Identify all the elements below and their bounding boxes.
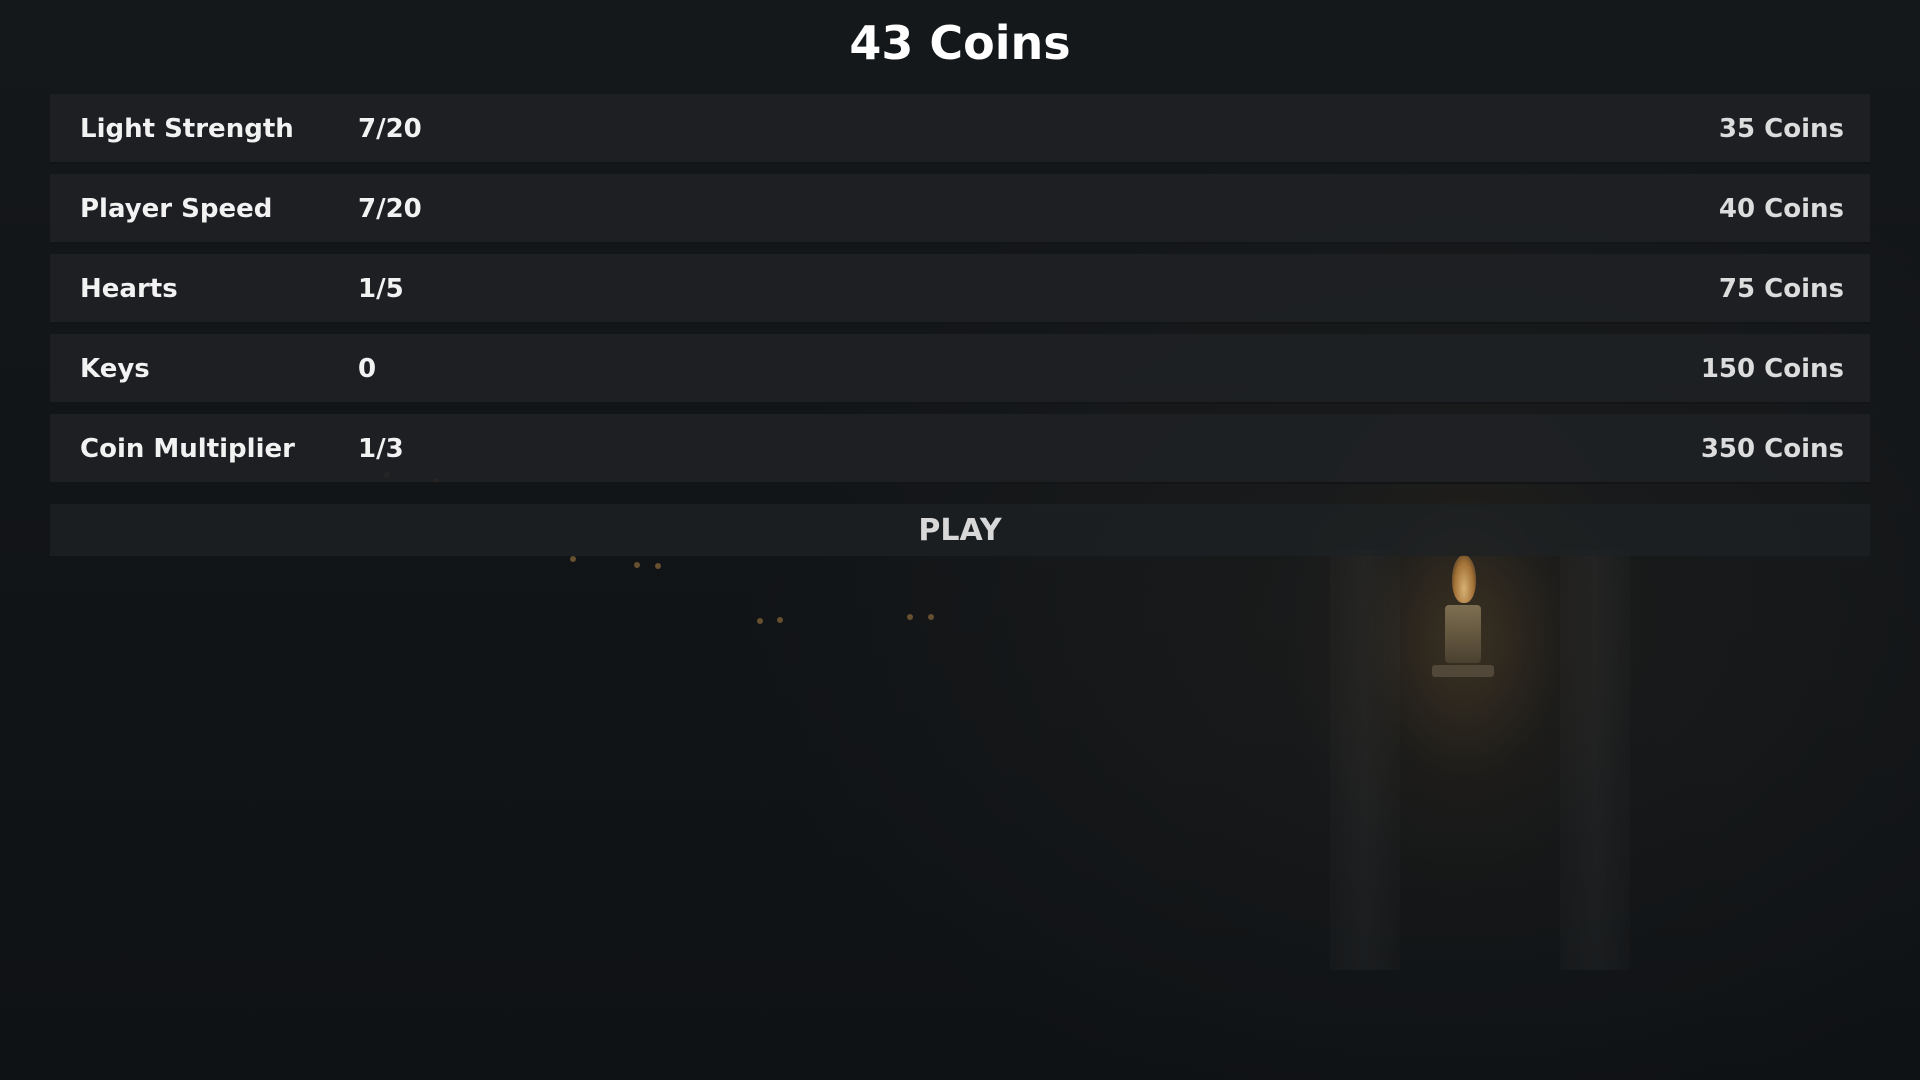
torch-icon (1445, 605, 1481, 663)
upgrade-level: 7/20 (358, 114, 422, 144)
ember-particle (777, 617, 783, 623)
upgrade-row-player-speed[interactable]: Player Speed 7/20 40 Coins (50, 174, 1870, 244)
upgrade-price: 40 Coins (1718, 194, 1844, 224)
upgrade-name: Hearts (80, 274, 178, 304)
wall-pillar (1560, 550, 1630, 970)
upgrade-level: 0 (358, 354, 377, 384)
play-button[interactable]: PLAY (50, 504, 1870, 556)
wall-pillar (1330, 550, 1400, 970)
ember-particle (655, 563, 661, 569)
upgrade-name: Coin Multiplier (80, 434, 295, 464)
upgrade-name: Player Speed (80, 194, 273, 224)
ember-particle (928, 614, 934, 620)
upgrade-level: 1/5 (358, 274, 404, 304)
ember-particle (907, 614, 913, 620)
upgrade-name: Keys (80, 354, 150, 384)
upgrade-price: 350 Coins (1700, 434, 1844, 464)
upgrade-row-light-strength[interactable]: Light Strength 7/20 35 Coins (50, 94, 1870, 164)
upgrade-level: 7/20 (358, 194, 422, 224)
upgrade-row-keys[interactable]: Keys 0 150 Coins (50, 334, 1870, 404)
torch-sconce (1432, 665, 1494, 677)
ember-particle (570, 556, 576, 562)
ember-particle (634, 562, 640, 568)
upgrade-level: 1/3 (358, 434, 404, 464)
coin-balance: 43 Coins (849, 16, 1071, 70)
upgrade-price: 150 Coins (1700, 354, 1844, 384)
ember-particle (757, 618, 763, 624)
upgrade-price: 35 Coins (1718, 114, 1844, 144)
upgrade-name: Light Strength (80, 114, 294, 144)
upgrade-row-hearts[interactable]: Hearts 1/5 75 Coins (50, 254, 1870, 324)
upgrade-price: 75 Coins (1718, 274, 1844, 304)
torch-flame-icon (1452, 555, 1476, 603)
upgrade-row-coin-multiplier[interactable]: Coin Multiplier 1/3 350 Coins (50, 414, 1870, 484)
upgrade-list: Light Strength 7/20 35 Coins Player Spee… (50, 94, 1870, 494)
